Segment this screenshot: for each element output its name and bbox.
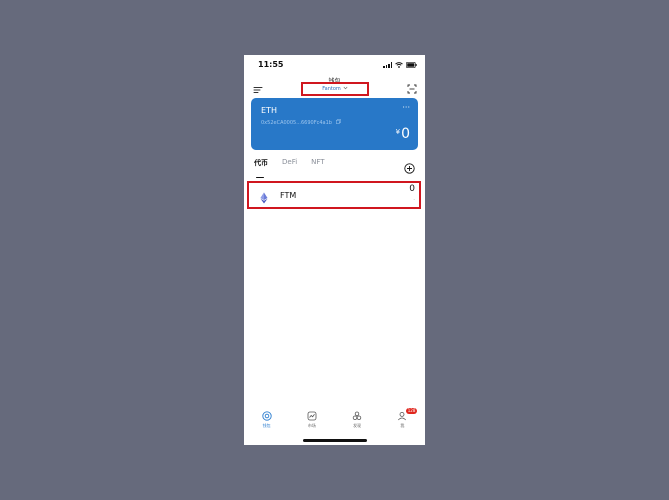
header: 钱包 Fantom <box>244 75 425 99</box>
add-token-icon[interactable] <box>404 159 415 174</box>
home-indicator <box>303 439 367 442</box>
signal-icon <box>383 62 392 68</box>
wifi-icon <box>395 62 403 68</box>
token-fiat-value: - <box>413 197 415 202</box>
bottom-nav: 钱包 市场 发现 128 我 <box>244 408 425 433</box>
market-icon <box>307 411 317 421</box>
notification-badge: 128 <box>405 408 418 414</box>
battery-icon <box>406 62 417 68</box>
nav-market[interactable]: 市场 <box>289 411 334 433</box>
nav-wallet[interactable]: 钱包 <box>244 411 289 433</box>
tab-nft[interactable]: NFT <box>311 158 324 174</box>
wallet-address: 0x52eCA0005...6690Fc4a1b <box>261 120 332 126</box>
wallet-address-row: 0x52eCA0005...6690Fc4a1b <box>261 119 341 126</box>
tab-defi[interactable]: DeFi <box>282 158 297 174</box>
scan-icon[interactable] <box>407 79 417 94</box>
network-selector[interactable]: Fantom <box>301 82 369 96</box>
nav-me[interactable]: 128 我 <box>380 408 425 433</box>
more-icon[interactable]: ··· <box>402 103 410 112</box>
network-name: Fantom <box>322 86 341 92</box>
token-name: FTM <box>280 191 297 200</box>
chevron-down-icon <box>343 86 348 92</box>
status-time: 11:55 <box>258 60 284 69</box>
nav-wallet-label: 钱包 <box>262 423 271 428</box>
status-bar: 11:55 <box>244 55 425 75</box>
balance-value: 0 <box>401 126 410 142</box>
nav-me-label: 我 <box>400 423 405 428</box>
discover-icon <box>352 411 362 420</box>
currency-symbol: ¥ <box>395 128 401 136</box>
copy-icon[interactable] <box>335 119 341 126</box>
asset-tabs: 代币 DeFi NFT <box>254 158 339 178</box>
tab-tokens[interactable]: 代币 <box>254 158 268 178</box>
wallet-card[interactable]: ETH ··· 0x52eCA0005...6690Fc4a1b ¥ 0 <box>251 98 418 150</box>
eth-icon <box>259 189 269 204</box>
status-icons <box>383 61 417 69</box>
wallet-balance: ¥ 0 <box>396 126 410 142</box>
nav-discover[interactable]: 发现 <box>335 411 380 433</box>
phone-screen: 11:55 钱包 Fantom ETH ··· 0x52eCA0005...66… <box>244 55 425 445</box>
nav-discover-label: 发现 <box>353 423 362 428</box>
nav-market-label: 市场 <box>307 423 316 428</box>
wallet-name: ETH <box>261 106 277 115</box>
token-row-ftm[interactable]: FTM 0 - <box>247 181 421 209</box>
wallet-icon <box>261 411 272 421</box>
token-amount: 0 <box>409 184 415 194</box>
